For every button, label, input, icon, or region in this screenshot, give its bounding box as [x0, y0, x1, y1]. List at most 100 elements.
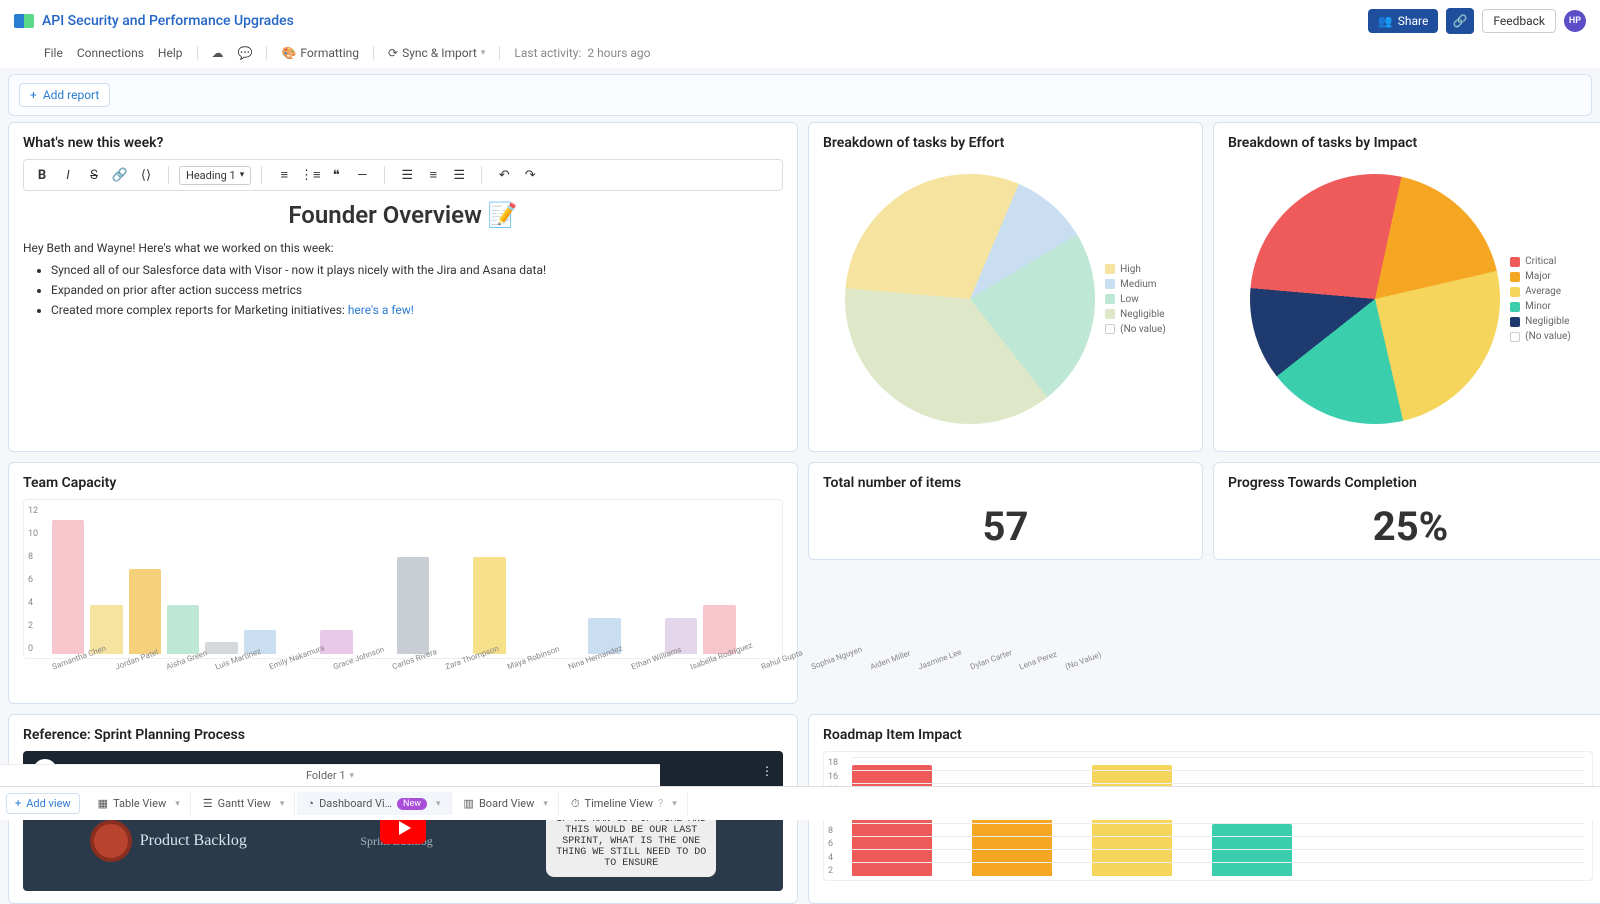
capacity-bar-chart: 121086420 — [23, 499, 783, 659]
marketing-link[interactable]: here's a few! — [348, 303, 414, 317]
add-report-row: + Add report — [8, 74, 1592, 116]
undo-button[interactable]: ↶ — [492, 164, 516, 186]
tab-timeline-view[interactable]: ⏱ Timeline View ? ▾ — [561, 792, 688, 816]
whats-new-card: What's new this week? B I S 🔗 ⟨⟩ Heading… — [8, 122, 798, 452]
legend-item: Negligible — [1105, 309, 1166, 320]
heading-select[interactable]: Heading 1▾ — [179, 166, 251, 185]
ul-button[interactable]: ⋮≡ — [298, 164, 322, 186]
y-axis: 121086420 — [28, 506, 38, 654]
x-label: (No Value) — [1064, 650, 1109, 689]
bar — [205, 642, 237, 654]
chevron-down-icon: ▾ — [350, 771, 355, 781]
x-label: Sophia Nguyen — [810, 645, 870, 690]
target-icon — [90, 820, 132, 862]
copy-link-button[interactable]: 🔗 — [1446, 8, 1474, 34]
swatch-icon — [1105, 324, 1115, 334]
tab-dashboard-view[interactable]: ◔ Dashboard Vi… New ▾ — [297, 792, 451, 815]
founder-intro: Hey Beth and Wayne! Here's what we worke… — [23, 241, 783, 255]
card-title: Reference: Sprint Planning Process — [23, 727, 783, 743]
italic-button[interactable]: I — [56, 164, 80, 186]
plus-icon: + — [15, 797, 21, 810]
swatch-icon — [1105, 264, 1115, 274]
swatch-icon — [1105, 309, 1115, 319]
separator — [373, 46, 374, 60]
effort-legend: HighMediumLowNegligible(No value) — [1105, 264, 1166, 335]
redo-button[interactable]: ↷ — [518, 164, 542, 186]
pie-icon: ◔ — [307, 797, 314, 810]
bar — [129, 569, 161, 654]
x-label: Lena Perez — [1018, 650, 1065, 690]
view-tabs-bar: + Add view ▦ Table View ▾ ☰ Gantt View ▾… — [0, 786, 1600, 820]
share-button[interactable]: 👥 Share — [1368, 9, 1439, 33]
code-button[interactable]: ⟨⟩ — [134, 164, 158, 186]
feedback-button[interactable]: Feedback — [1482, 9, 1556, 33]
page-title: API Security and Performance Upgrades — [42, 13, 294, 29]
bar — [972, 810, 1052, 876]
x-label: Jasmine Lee — [917, 648, 969, 690]
cloud-icon[interactable]: ☁ — [212, 46, 224, 60]
menu-help[interactable]: Help — [158, 46, 183, 60]
last-activity: Last activity: 2 hours ago — [514, 46, 650, 60]
bar — [52, 520, 84, 654]
effort-card: Breakdown of tasks by Effort HighMediumL… — [808, 122, 1203, 452]
align-left-button[interactable]: ☰ — [395, 164, 419, 186]
ol-button[interactable]: ≡ — [272, 164, 296, 186]
timeline-icon: ⏱ — [571, 797, 580, 811]
swatch-icon — [1105, 294, 1115, 304]
card-title: Total number of items — [823, 475, 1188, 491]
legend-item: Critical — [1510, 256, 1571, 267]
menu-file[interactable]: File — [44, 46, 63, 60]
kpi-total-items: Total number of items 57 — [808, 462, 1203, 560]
tab-table-view[interactable]: ▦ Table View ▾ — [88, 792, 191, 815]
list-item: Synced all of our Salesforce data with V… — [51, 263, 783, 277]
bar — [167, 605, 199, 654]
menu-formatting[interactable]: 🎨Formatting — [281, 46, 359, 60]
bold-button[interactable]: B — [30, 164, 54, 186]
align-right-button[interactable]: ☰ — [447, 164, 471, 186]
people-icon: 👥 — [1378, 14, 1393, 28]
menubar: File Connections Help ☁ 💬 🎨Formatting ⟳S… — [0, 42, 1600, 68]
separator — [197, 46, 198, 60]
chevron-down-icon: ▾ — [240, 170, 245, 180]
more-icon[interactable]: ⋮ — [761, 764, 773, 778]
swatch-icon — [1510, 257, 1520, 267]
tab-board-view[interactable]: ▥ Board View ▾ — [454, 792, 559, 815]
kpi-value: 25% — [1228, 499, 1593, 558]
link-button[interactable]: 🔗 — [108, 164, 132, 186]
bar — [852, 765, 932, 876]
strike-button[interactable]: S — [82, 164, 106, 186]
comment-icon[interactable]: 💬 — [238, 46, 253, 60]
menu-sync[interactable]: ⟳Sync & Import ▾ — [388, 46, 485, 60]
hr-button[interactable]: — — [350, 164, 374, 186]
capacity-card: Team Capacity 121086420 Samantha ChenJor… — [8, 462, 798, 704]
founder-bullets: Synced all of our Salesforce data with V… — [23, 263, 783, 317]
new-badge: New — [397, 798, 427, 810]
swatch-icon — [1105, 279, 1115, 289]
kpi-progress: Progress Towards Completion 25% — [1213, 462, 1600, 560]
add-view-button[interactable]: + Add view — [6, 793, 80, 814]
bar — [1212, 824, 1292, 876]
user-avatar[interactable]: HP — [1564, 10, 1586, 32]
add-report-button[interactable]: + Add report — [19, 83, 110, 107]
menu-connections[interactable]: Connections — [77, 46, 144, 60]
card-title: Roadmap Item Impact — [823, 727, 1593, 743]
folder-tab[interactable]: Folder 1 — [306, 769, 346, 782]
plus-icon: + — [30, 88, 37, 102]
legend-item: Medium — [1105, 279, 1166, 290]
legend-item: Low — [1105, 294, 1166, 305]
chevron-down-icon: ▾ — [481, 48, 486, 58]
bar — [397, 557, 429, 654]
align-center-button[interactable]: ≡ — [421, 164, 445, 186]
app-logo-icon — [14, 14, 34, 28]
paint-icon: 🎨 — [281, 46, 296, 60]
bar — [473, 557, 505, 654]
link-icon: 🔗 — [1453, 14, 1468, 28]
board-icon: ▥ — [464, 797, 474, 810]
tab-gantt-view[interactable]: ☰ Gantt View ▾ — [193, 792, 296, 815]
separator — [266, 46, 267, 60]
card-title: Breakdown of tasks by Impact — [1228, 135, 1593, 151]
chevron-down-icon: ▾ — [436, 799, 441, 809]
chevron-down-icon: ▾ — [280, 799, 285, 809]
quote-button[interactable]: ❝ — [324, 164, 348, 186]
chevron-down-icon: ▾ — [672, 799, 677, 809]
